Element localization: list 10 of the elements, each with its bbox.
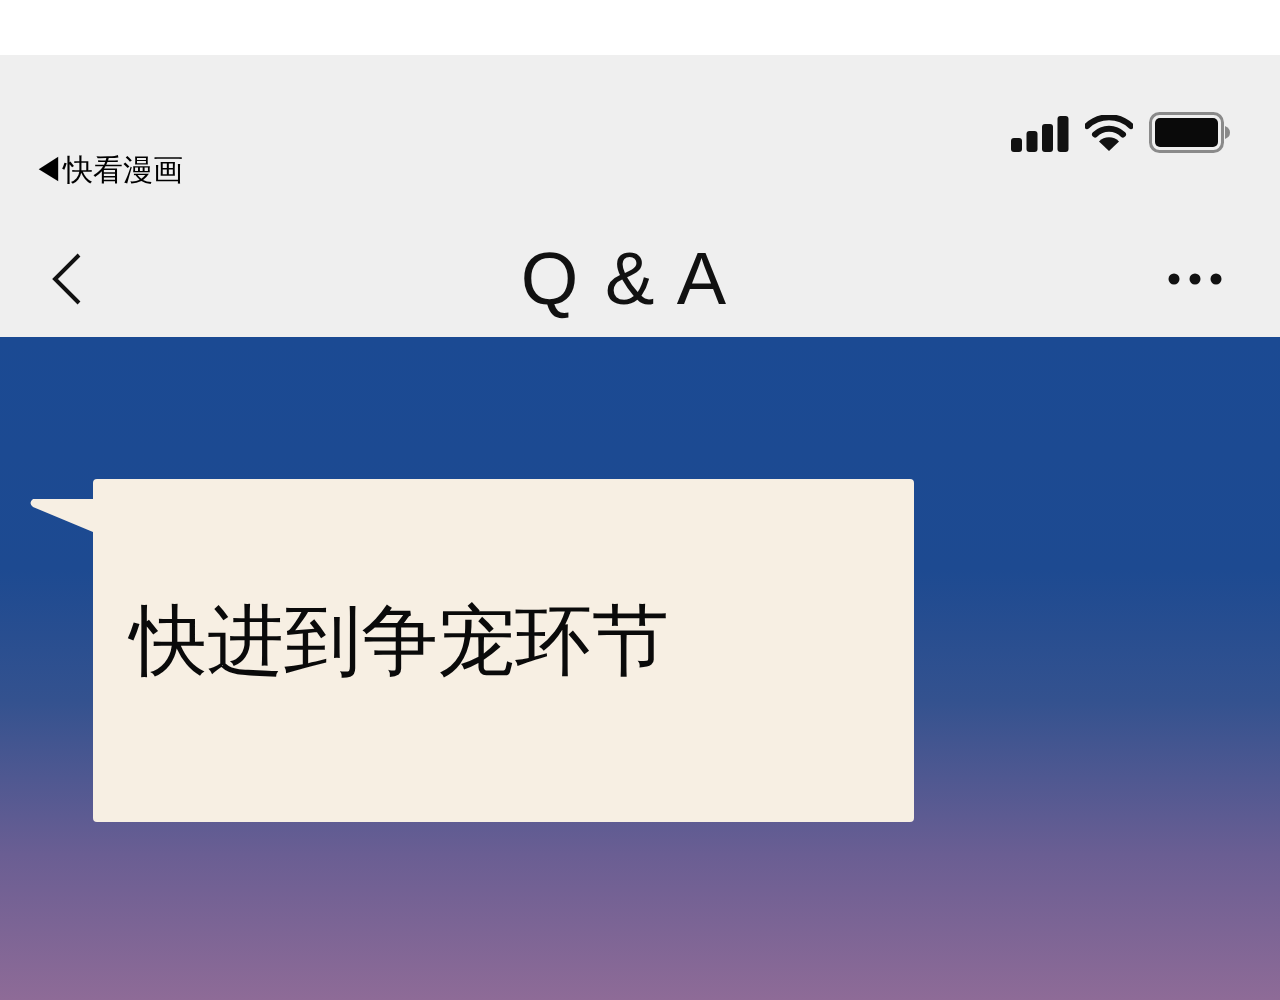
- more-button[interactable]: [1168, 271, 1222, 286]
- back-button[interactable]: [52, 252, 82, 305]
- more-icon: [1168, 272, 1222, 285]
- page-title: Q & A: [520, 238, 730, 319]
- back-to-app-link[interactable]: ◀快看漫画: [33, 154, 183, 186]
- back-icon: [52, 252, 82, 305]
- signal-icon: [1011, 115, 1069, 152]
- wifi-icon: [1085, 114, 1133, 151]
- message-text: 快进到争宠环节: [130, 600, 670, 680]
- battery-icon: [1149, 112, 1230, 153]
